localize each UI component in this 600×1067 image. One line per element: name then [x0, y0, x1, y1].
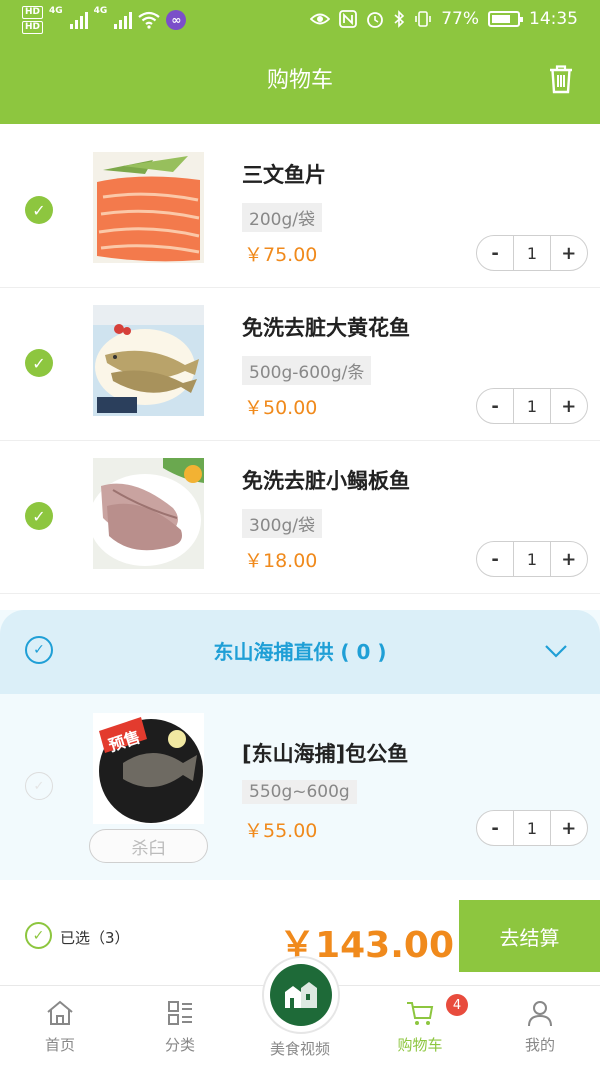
signal-icon-2: [114, 11, 133, 29]
item-checkbox-disabled[interactable]: ✓: [25, 772, 53, 800]
supplier-group: ✓ 东山海捕直供 ( 0 ) ✓ 预售 [东山海捕]包公鱼 550g~600g …: [0, 610, 600, 880]
network-label-1: 4G: [49, 6, 63, 16]
item-name: [东山海捕]包公鱼: [242, 742, 409, 766]
app-header: HD HD 4G 4G ∞ 77% 14:35 购物车: [0, 0, 600, 124]
status-bar: HD HD 4G 4G ∞ 77% 14:35: [0, 0, 600, 42]
alarm-icon: [367, 12, 384, 28]
status-right: 77% 14:35: [310, 9, 578, 29]
battery-fill: [492, 15, 510, 23]
quantity-value[interactable]: 1: [513, 236, 551, 270]
quantity-value[interactable]: 1: [513, 811, 551, 845]
group-header[interactable]: ✓ 东山海捕直供 ( 0 ): [0, 610, 600, 694]
increase-button[interactable]: +: [551, 389, 587, 423]
tab-label[interactable]: 美食视频: [240, 1038, 360, 1059]
cart-item: ✓ 三文鱼片 200g/袋 ￥75.00 - 1 +: [0, 135, 600, 288]
trash-icon[interactable]: [548, 64, 574, 94]
tab-label: 首页: [44, 1036, 75, 1054]
vibrate-icon: [415, 11, 432, 27]
home-icon: [47, 1000, 73, 1025]
item-spec: 200g/袋: [242, 203, 322, 232]
cart-item: ✓ 免洗去脏大黄花鱼 500g-600g/条 ￥50.00 - 1 +: [0, 288, 600, 441]
item-price: ￥75.00: [244, 244, 318, 266]
item-price: ￥18.00: [244, 550, 318, 572]
cart-item: ✓ 免洗去脏小鳎板鱼 300g/袋 ￥18.00 - 1 +: [0, 441, 600, 594]
select-all-checkbox[interactable]: ✓: [25, 922, 52, 949]
quantity-stepper: - 1 +: [476, 541, 588, 577]
vpn-icon: ∞: [166, 10, 187, 30]
increase-button[interactable]: +: [551, 236, 587, 270]
product-image-yellow-croaker[interactable]: [93, 305, 204, 416]
wifi-icon: [138, 11, 161, 29]
group-title: 东山海捕直供 ( 0 ): [213, 640, 387, 664]
quantity-stepper: - 1 +: [476, 235, 588, 271]
signal-icon: [69, 11, 88, 29]
checkout-button[interactable]: 去结算: [459, 900, 600, 972]
decrease-button[interactable]: -: [477, 236, 513, 270]
decrease-button[interactable]: -: [477, 389, 513, 423]
hd-badge: HD: [22, 6, 44, 19]
hd-badge-2: HD: [22, 21, 44, 34]
item-spec: 550g~600g: [242, 780, 357, 804]
product-image-salmon[interactable]: [93, 152, 204, 263]
user-icon: [528, 1001, 552, 1027]
page-title: 购物车: [266, 68, 333, 93]
tab-label: 分类: [164, 1036, 195, 1054]
product-image-sole[interactable]: [93, 458, 204, 569]
status-left: HD HD 4G 4G ∞: [22, 6, 187, 34]
tab-label: 我的: [524, 1036, 555, 1054]
quantity-stepper: - 1 +: [476, 388, 588, 424]
hd-indicators: HD HD: [22, 6, 44, 34]
increase-button[interactable]: +: [551, 811, 587, 845]
item-price: ￥55.00: [244, 820, 318, 842]
item-status-badge: 杀臼: [89, 829, 208, 863]
decrease-button[interactable]: -: [477, 811, 513, 845]
item-spec: 300g/袋: [242, 509, 322, 538]
item-spec: 500g-600g/条: [242, 356, 372, 385]
tab-home[interactable]: 首页: [0, 998, 120, 1055]
cart-count-badge: 4: [446, 994, 468, 1016]
tab-profile[interactable]: 我的: [480, 998, 600, 1055]
increase-button[interactable]: +: [551, 542, 587, 576]
decrease-button[interactable]: -: [477, 542, 513, 576]
quantity-stepper: - 1 +: [476, 810, 588, 846]
tab-label: 购物车: [397, 1036, 443, 1054]
eye-icon: [310, 13, 331, 25]
item-name: 免洗去脏大黄花鱼: [242, 316, 410, 340]
bottom-tab-bar: 首页 分类 美食视频 购物车 4 我的: [0, 956, 600, 1067]
battery-percent: 77%: [441, 9, 479, 29]
chevron-down-icon[interactable]: [544, 644, 568, 658]
quantity-value[interactable]: 1: [513, 542, 551, 576]
nfc-icon: [339, 10, 358, 28]
item-checkbox[interactable]: ✓: [25, 349, 53, 377]
category-icon: [168, 1001, 192, 1025]
product-image-baogong-fish[interactable]: 预售: [93, 713, 204, 824]
item-checkbox[interactable]: ✓: [25, 196, 53, 224]
selected-count: 已选（3）: [60, 929, 130, 947]
tab-category[interactable]: 分类: [120, 998, 240, 1055]
item-name: 免洗去脏小鳎板鱼: [242, 469, 410, 493]
quantity-value[interactable]: 1: [513, 389, 551, 423]
item-price: ￥50.00: [244, 397, 318, 419]
tab-video[interactable]: [262, 956, 340, 1034]
cart-icon: [407, 1002, 434, 1025]
bluetooth-icon: [394, 10, 405, 28]
network-label-2: 4G: [93, 6, 108, 16]
video-logo-icon: [270, 964, 332, 1026]
battery-icon: [488, 11, 523, 27]
clock: 14:35: [529, 9, 578, 29]
item-checkbox[interactable]: ✓: [25, 502, 53, 530]
item-name: 三文鱼片: [242, 163, 326, 187]
